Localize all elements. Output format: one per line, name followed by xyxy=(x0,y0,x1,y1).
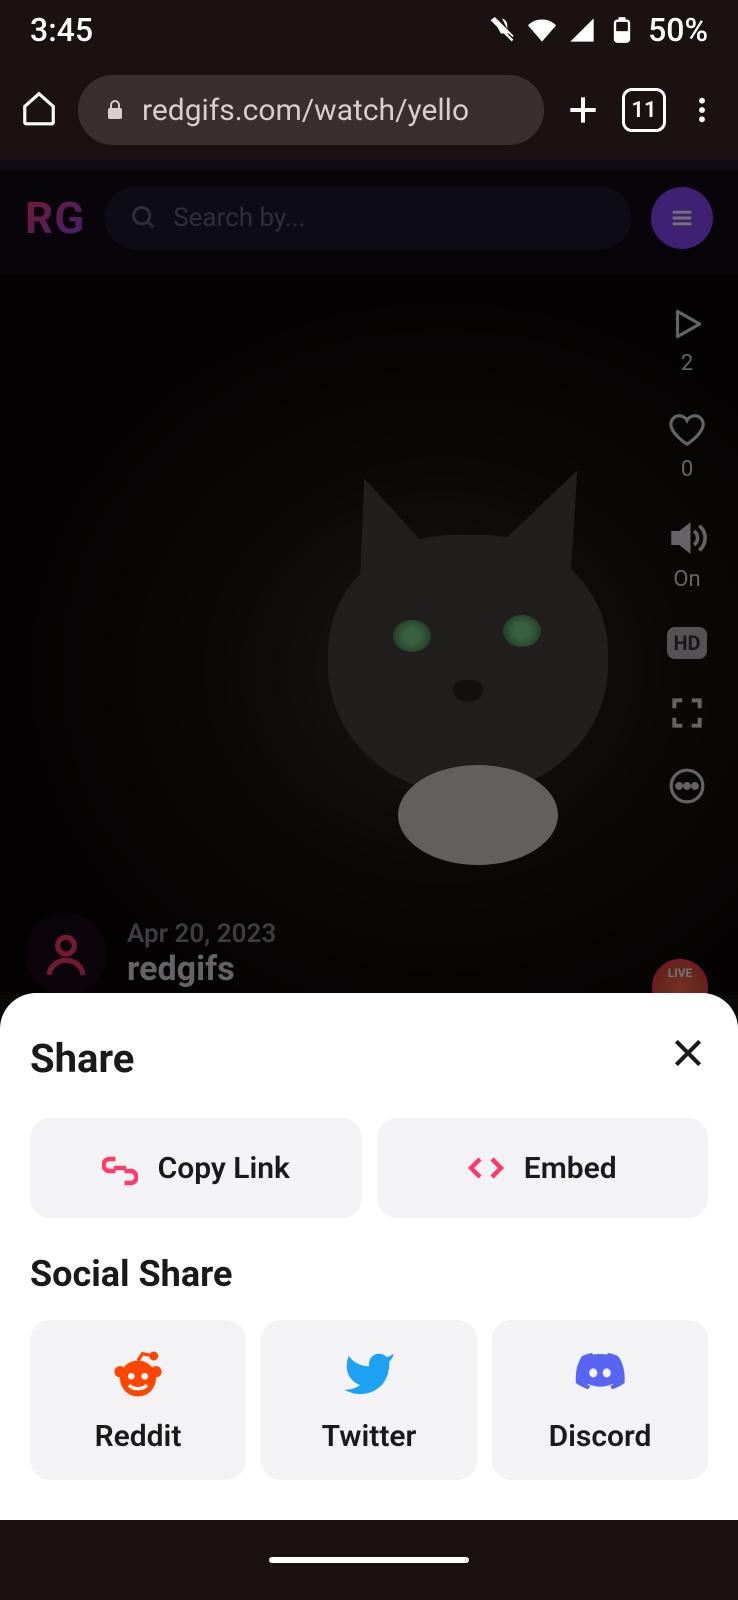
browser-bar: redgifs.com/watch/yello 11 xyxy=(0,60,738,160)
signal-icon xyxy=(568,16,596,44)
embed-button[interactable]: Embed xyxy=(377,1118,709,1218)
copy-link-button[interactable]: Copy Link xyxy=(30,1118,362,1218)
close-button[interactable] xyxy=(668,1033,708,1083)
status-time: 3:45 xyxy=(30,11,93,49)
status-battery: 50% xyxy=(648,11,708,49)
social-share-title: Social Share xyxy=(30,1253,708,1295)
share-sheet: Share Copy Link Embed Social Share Reddi… xyxy=(0,993,738,1520)
home-button[interactable] xyxy=(20,89,58,131)
new-tab-button[interactable] xyxy=(564,91,602,129)
wifi-icon xyxy=(528,16,556,44)
nav-bar xyxy=(0,1520,738,1600)
reddit-icon xyxy=(111,1347,165,1401)
browser-menu-button[interactable] xyxy=(686,94,718,126)
status-icons: 50% xyxy=(488,11,708,49)
discord-button[interactable]: Discord xyxy=(492,1320,708,1480)
home-icon xyxy=(20,89,58,127)
link-icon xyxy=(102,1150,138,1186)
twitter-button[interactable]: Twitter xyxy=(261,1320,477,1480)
battery-icon xyxy=(608,16,636,44)
share-title: Share xyxy=(30,1035,134,1082)
bell-off-icon xyxy=(488,16,516,44)
tab-switcher[interactable]: 11 xyxy=(622,88,666,132)
nav-handle[interactable] xyxy=(269,1557,469,1563)
url-bar[interactable]: redgifs.com/watch/yello xyxy=(78,75,544,145)
discord-icon xyxy=(573,1347,627,1401)
url-text: redgifs.com/watch/yello xyxy=(142,93,469,128)
status-bar: 3:45 50% xyxy=(0,0,738,60)
lock-icon xyxy=(103,98,127,122)
reddit-button[interactable]: Reddit xyxy=(30,1320,246,1480)
code-icon xyxy=(468,1150,504,1186)
twitter-icon xyxy=(342,1347,396,1401)
close-icon xyxy=(668,1033,708,1073)
